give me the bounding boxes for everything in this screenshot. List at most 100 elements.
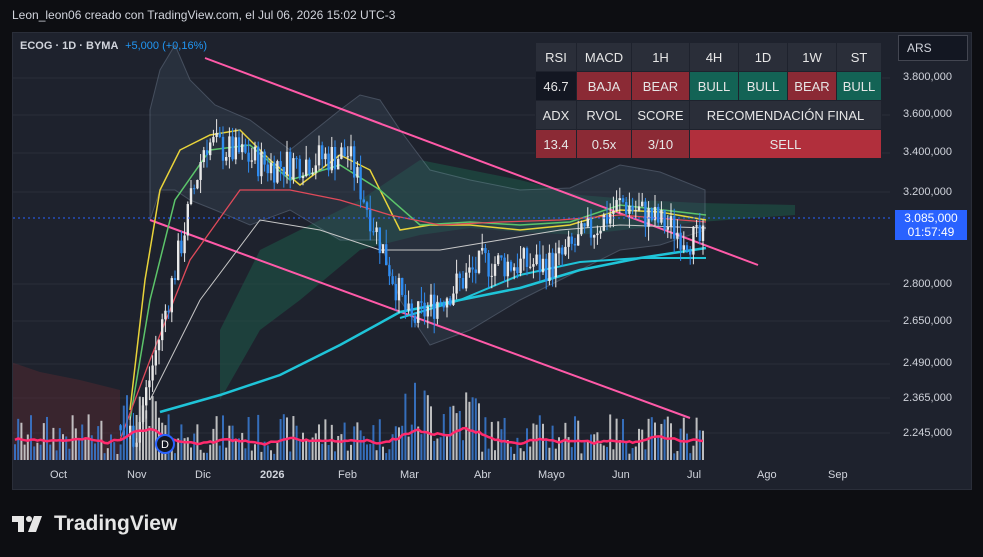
volume-bar <box>612 449 615 460</box>
volume-bar <box>276 441 279 460</box>
volume-bar <box>558 437 560 460</box>
candle-body <box>119 425 122 431</box>
symbol-info[interactable]: ECOG · 1D · BYMA +5,000 (+0,16%) <box>20 40 207 52</box>
candle-body <box>545 258 548 281</box>
volume-bar <box>414 382 416 460</box>
tf-1h-value: BEAR <box>631 71 690 101</box>
candle-body <box>465 272 468 289</box>
candle-body <box>148 380 151 388</box>
tradingview-logo[interactable]: TradingView <box>12 512 177 536</box>
volume-bar <box>426 395 429 460</box>
volume-bar <box>254 444 256 460</box>
volume-bar <box>657 436 660 460</box>
volume-bar <box>97 426 100 460</box>
candle-body <box>164 310 167 320</box>
volume-bar <box>202 452 205 460</box>
volume-bar <box>545 440 548 460</box>
candle-body <box>410 303 413 316</box>
candle-body <box>372 231 375 233</box>
candle-body <box>151 365 154 381</box>
candle-body <box>349 146 353 157</box>
volume-bar <box>199 449 202 460</box>
candle-body <box>573 243 577 246</box>
candle-body <box>253 146 257 161</box>
volume-bar <box>39 444 42 460</box>
candle-body <box>388 265 391 277</box>
candle-body <box>177 240 180 280</box>
volume-bar <box>74 428 77 460</box>
volume-bar <box>247 417 250 460</box>
x-tick: Abr <box>474 469 492 481</box>
candle-body <box>183 235 186 254</box>
volume-bar <box>388 449 391 460</box>
volume-bar <box>404 393 407 460</box>
volume-bar <box>135 414 138 460</box>
volume-bar <box>602 445 605 460</box>
candle-body <box>637 206 641 211</box>
volume-bar <box>644 449 647 460</box>
volume-bar <box>673 453 676 460</box>
volume-bar <box>346 450 349 460</box>
x-tick: Feb <box>338 469 357 481</box>
volume-bar <box>500 429 503 460</box>
tf-1w-value: BEAR <box>787 71 837 101</box>
candle-body <box>132 425 135 447</box>
candle-body <box>221 136 225 161</box>
x-tick: Mayo <box>538 469 565 481</box>
volume-bar <box>439 437 442 460</box>
candle-body <box>378 227 381 254</box>
candle-body <box>193 188 196 190</box>
volume-bar <box>145 410 148 460</box>
candle-body <box>273 162 276 183</box>
candle-body <box>346 156 349 158</box>
macd-label: MACD <box>576 42 632 72</box>
volume-bar <box>622 419 624 460</box>
volume-bar <box>295 425 298 460</box>
y-tick: 2.800,000 <box>903 278 952 290</box>
volume-bar <box>298 440 301 460</box>
x-tick: Sep <box>828 469 848 481</box>
candle-body <box>314 165 317 173</box>
candle-body <box>541 258 545 273</box>
volume-bar <box>670 423 672 460</box>
candle-body <box>285 151 289 176</box>
volume-bar <box>375 450 378 460</box>
volume-bar <box>570 447 573 460</box>
volume-bar <box>535 424 538 460</box>
currency-selector[interactable]: ARS <box>898 35 968 61</box>
candle-body <box>679 232 682 250</box>
volume-bar <box>314 433 317 460</box>
volume-bar <box>103 453 106 460</box>
candle-body <box>471 267 474 270</box>
candle-body <box>225 157 228 161</box>
candle-body <box>452 293 455 305</box>
score-label: SCORE <box>631 100 690 130</box>
tradingview-wordmark: TradingView <box>54 512 178 535</box>
candle-body <box>337 158 340 170</box>
volume-bar <box>580 453 583 460</box>
volume-bar <box>503 417 506 460</box>
x-tick: Ago <box>757 469 777 481</box>
volume-bar <box>151 396 154 460</box>
volume-bar <box>228 425 231 460</box>
candle-body <box>570 236 573 244</box>
volume-bar <box>46 416 48 460</box>
volume-bar <box>401 425 404 460</box>
volume-bar <box>225 447 228 460</box>
volume-bar <box>196 424 199 460</box>
y-tick: 3.400,000 <box>903 146 952 158</box>
signal-table: RSI MACD 1H 4H 1D 1W ST 46.7 BAJA BEAR B… <box>535 42 882 159</box>
volume-bar <box>337 435 340 460</box>
volume-bar <box>462 440 464 460</box>
dividend-marker-label: D <box>161 439 169 451</box>
candle-body <box>628 205 631 214</box>
volume-bar <box>407 436 410 460</box>
candle-body <box>298 158 301 179</box>
volume-bar <box>193 433 196 460</box>
volume-bar <box>551 425 554 460</box>
volume-bar <box>350 444 352 460</box>
tf-1w-label: 1W <box>787 42 837 72</box>
candle-body <box>305 159 308 177</box>
volume-bar <box>516 437 519 460</box>
candle-body <box>599 230 602 234</box>
